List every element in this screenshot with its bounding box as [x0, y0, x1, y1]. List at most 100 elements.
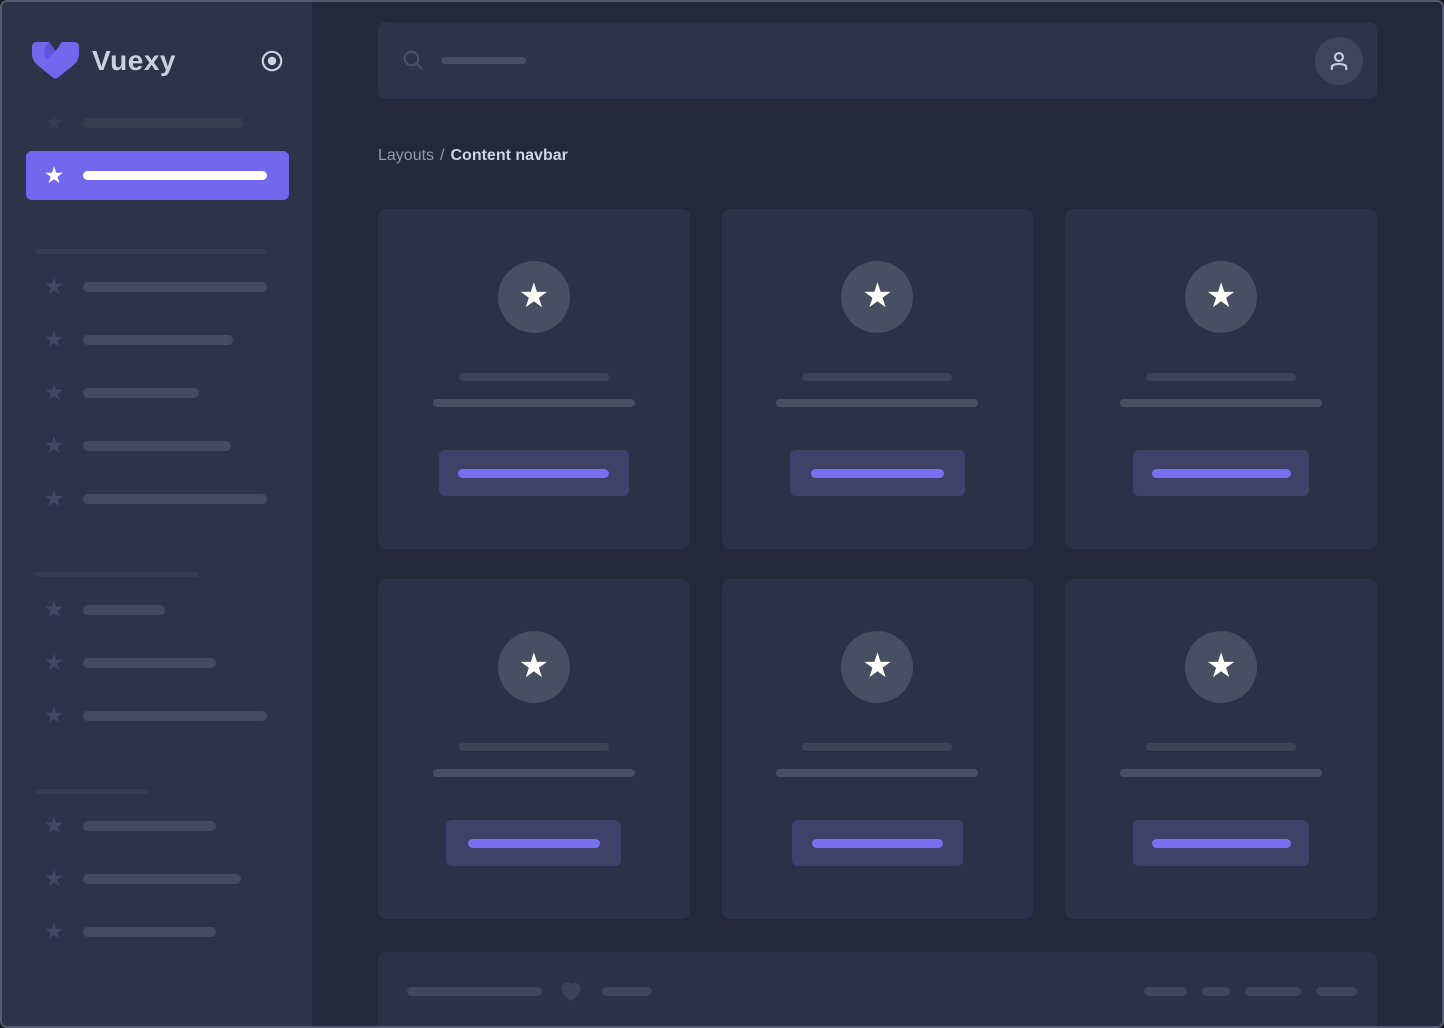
footer-text-skeleton: [602, 987, 652, 996]
search-input[interactable]: [402, 22, 1315, 99]
card-avatar-circle: ★: [841, 631, 913, 703]
sidebar-item[interactable]: ★: [41, 704, 267, 728]
search-placeholder-skeleton: [441, 57, 526, 64]
nav-label-skeleton: [83, 441, 231, 451]
user-avatar[interactable]: [1315, 37, 1363, 85]
sidebar-item[interactable]: ★: [41, 598, 165, 622]
star-icon: ★: [41, 275, 67, 299]
button-label-skeleton: [458, 469, 609, 478]
card-subtitle-skeleton: [1120, 399, 1322, 407]
sidebar-item[interactable]: ★: [41, 651, 216, 675]
card-button[interactable]: [439, 450, 629, 496]
sidebar-item[interactable]: ★: [41, 275, 267, 299]
nav-label-skeleton: [83, 388, 199, 398]
nav-label-skeleton: [83, 171, 267, 180]
star-icon: ★: [41, 651, 67, 675]
button-label-skeleton: [1152, 839, 1291, 848]
star-icon: ★: [41, 164, 67, 188]
nav-label-skeleton: [83, 711, 267, 721]
footer-link-skeleton: [1245, 987, 1301, 996]
star-icon: ★: [41, 867, 67, 891]
star-icon: ★: [41, 704, 67, 728]
card: ★: [722, 209, 1034, 549]
card: ★: [378, 209, 690, 549]
nav-label-skeleton: [83, 118, 244, 128]
footer: [378, 952, 1377, 1026]
card-title-skeleton: [459, 373, 609, 381]
card-title-skeleton: [459, 743, 609, 751]
main-content: Layouts/Content navbar ★ ★ ★ ★ ★ ★: [312, 2, 1442, 1026]
button-label-skeleton: [811, 469, 944, 478]
card-grid: ★ ★ ★ ★ ★ ★: [378, 209, 1377, 919]
breadcrumb-current: Content navbar: [451, 147, 568, 164]
star-icon: ★: [519, 279, 549, 316]
nav-label-skeleton: [83, 282, 267, 292]
nav-label-skeleton: [83, 874, 241, 884]
sidebar-item[interactable]: ★: [41, 867, 241, 891]
card-button[interactable]: [1133, 820, 1309, 866]
sidebar-item[interactable]: ★: [41, 434, 231, 458]
sidebar-nav: ★ ★ ★ ★ ★ ★ ★ ★ ★ ★ ★ ★ ★: [2, 2, 312, 1026]
footer-left-skeleton: [407, 978, 652, 1004]
star-icon: ★: [41, 487, 67, 511]
sidebar-item[interactable]: ★: [41, 381, 199, 405]
footer-link-skeleton: [1202, 987, 1230, 996]
card-button[interactable]: [790, 450, 965, 496]
sidebar-item[interactable]: ★: [41, 920, 216, 944]
sidebar-item[interactable]: ★: [41, 814, 216, 838]
card-button[interactable]: [792, 820, 963, 866]
star-icon: ★: [41, 598, 67, 622]
nav-label-skeleton: [83, 335, 233, 345]
star-icon: ★: [41, 381, 67, 405]
card-subtitle-skeleton: [433, 769, 635, 777]
button-label-skeleton: [468, 839, 600, 848]
breadcrumb-parent[interactable]: Layouts: [378, 147, 434, 164]
app-window: Vuexy ★★★★★★★★★★★★★: [0, 0, 1444, 1028]
user-avatar-icon: [1325, 47, 1353, 75]
card-button[interactable]: [1133, 450, 1309, 496]
star-icon: ★: [519, 649, 549, 686]
nav-section-heading-skeleton: [35, 789, 148, 794]
nav-section-heading-skeleton: [35, 572, 198, 577]
card-avatar-circle: ★: [1185, 261, 1257, 333]
sidebar-item[interactable]: ★: [41, 487, 267, 511]
footer-link-skeleton: [1144, 987, 1187, 996]
sidebar: Vuexy ★★★★★★★★★★★★★: [2, 2, 312, 1026]
nav-label-skeleton: [83, 821, 216, 831]
card-subtitle-skeleton: [433, 399, 635, 407]
star-icon: ★: [41, 111, 67, 135]
heart-icon: [558, 978, 584, 1004]
sidebar-item[interactable]: ★: [41, 328, 233, 352]
nav-section-heading-skeleton: [35, 249, 266, 254]
card-title-skeleton: [802, 743, 952, 751]
button-label-skeleton: [812, 839, 943, 848]
sidebar-item[interactable]: ★: [41, 111, 244, 135]
footer-link-skeleton: [1316, 987, 1357, 996]
star-icon: ★: [41, 920, 67, 944]
nav-label-skeleton: [83, 927, 216, 937]
card-title-skeleton: [1146, 373, 1296, 381]
card: ★: [378, 579, 690, 919]
search-icon: [402, 49, 425, 72]
sidebar-item-active[interactable]: ★: [26, 151, 289, 200]
card-subtitle-skeleton: [776, 399, 978, 407]
star-icon: ★: [1206, 279, 1236, 316]
star-icon: ★: [862, 649, 892, 686]
star-icon: ★: [862, 279, 892, 316]
card-subtitle-skeleton: [776, 769, 978, 777]
card-avatar-circle: ★: [1185, 631, 1257, 703]
card-title-skeleton: [1146, 743, 1296, 751]
card-avatar-circle: ★: [498, 631, 570, 703]
nav-label-skeleton: [83, 658, 216, 668]
footer-text-skeleton: [407, 987, 542, 996]
card-button[interactable]: [446, 820, 621, 866]
navbar: [378, 22, 1377, 99]
star-icon: ★: [1206, 649, 1236, 686]
card-avatar-circle: ★: [498, 261, 570, 333]
card: ★: [1065, 209, 1377, 549]
card-avatar-circle: ★: [841, 261, 913, 333]
button-label-skeleton: [1152, 469, 1291, 478]
breadcrumb: Layouts/Content navbar: [378, 146, 1377, 166]
star-icon: ★: [41, 814, 67, 838]
card: ★: [722, 579, 1034, 919]
